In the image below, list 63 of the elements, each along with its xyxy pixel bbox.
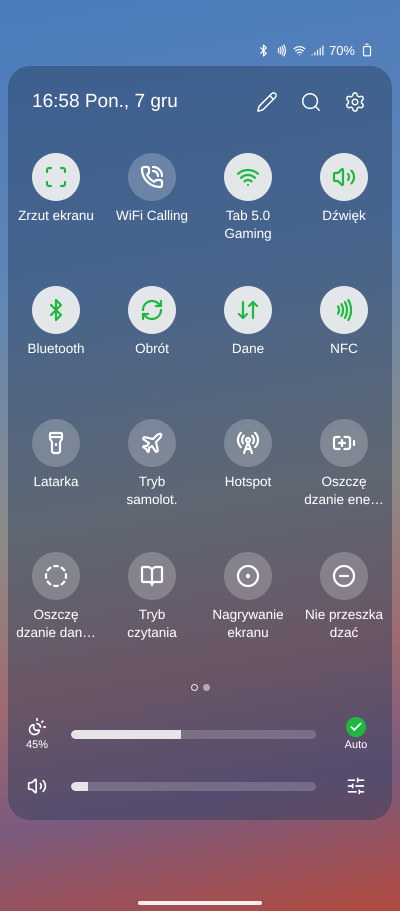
wifi-icon (292, 44, 306, 56)
tile-label: WiFi Calling (114, 207, 189, 225)
auto-checkbox[interactable] (346, 717, 366, 737)
tile-toggle[interactable] (128, 153, 176, 201)
record-icon (236, 564, 260, 588)
brightness-icon (27, 717, 47, 737)
phone-call-icon (140, 165, 164, 189)
page-dot[interactable] (190, 684, 198, 691)
rotate-icon (140, 298, 164, 322)
tile-label: Tryb samolot. (125, 473, 179, 509)
tile-label: Tryb czytania (126, 606, 178, 642)
tile-label: Nie przeszka dzać (304, 606, 384, 642)
book-icon (140, 564, 164, 588)
tile-toggle[interactable] (224, 419, 272, 467)
speaker-icon (332, 165, 356, 189)
edit-button[interactable] (256, 91, 278, 113)
tile-label: Bluetooth (26, 340, 86, 358)
tile-toggle[interactable] (320, 286, 368, 334)
tile-toggle[interactable] (224, 153, 272, 201)
date-time: 16:58 Pon., 7 gru (32, 91, 179, 113)
tile-label: Nagrywanie ekranu (211, 606, 285, 642)
page-dot[interactable] (202, 684, 210, 691)
dashed-circle-icon (44, 564, 68, 588)
tile-label: Obrót (134, 340, 170, 358)
brightness-reading: 45% (26, 739, 48, 751)
plane-icon (140, 431, 164, 455)
tile-toggle[interactable] (128, 286, 176, 334)
tile-toggle[interactable] (32, 286, 80, 334)
tile-label: Hotspot (224, 473, 272, 491)
tile-toggle[interactable] (320, 552, 368, 600)
signal-icon (310, 44, 324, 56)
volume-icon (27, 776, 47, 796)
battery-percent: 70% (328, 42, 355, 58)
auto-label: Auto (344, 739, 368, 751)
tile-toggle[interactable] (32, 552, 80, 600)
tile-toggle[interactable] (128, 552, 176, 600)
hotspot-icon (236, 431, 260, 455)
battery-icon (360, 43, 374, 57)
tile-toggle[interactable] (224, 552, 272, 600)
tile-label: Oszczę dzanie ene… (303, 473, 385, 509)
tile-toggle[interactable] (320, 419, 368, 467)
tile-label: Tab 5.0 Gaming (223, 207, 273, 243)
tile-toggle[interactable] (128, 419, 176, 467)
tile-label: Zrzut ekranu (17, 207, 95, 225)
nfc-icon (274, 44, 288, 56)
settings-button[interactable] (344, 91, 366, 113)
tile-toggle[interactable] (320, 153, 368, 201)
tile-toggle[interactable] (32, 419, 80, 467)
tile-toggle[interactable] (224, 286, 272, 334)
brightness-slider[interactable] (71, 730, 316, 738)
screenshot-icon (44, 165, 68, 189)
tile-label: NFC (329, 340, 359, 358)
search-button[interactable] (300, 91, 322, 113)
tile-label: Dane (230, 340, 266, 358)
tile-toggle[interactable] (32, 153, 80, 201)
arrows-icon (236, 298, 260, 322)
check-icon (349, 720, 363, 734)
volume-slider[interactable] (71, 782, 316, 790)
tile-label: Oszczę dzanie dan… (15, 606, 97, 642)
sliders-icon[interactable] (346, 776, 366, 796)
tile-label: Dźwięk (321, 207, 367, 225)
minus-circle-icon (332, 564, 356, 588)
tile-label: Latarka (32, 473, 80, 491)
